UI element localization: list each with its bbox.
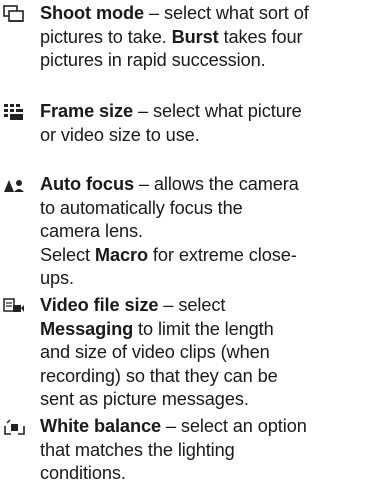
- camera-settings-list: Shoot mode – select what sort of pictures…: [0, 0, 367, 498]
- auto-focus-icon: [3, 176, 25, 194]
- text-run: – select what sort of: [144, 3, 309, 23]
- description-line: Auto focus – allows the camera: [40, 173, 360, 197]
- text-run: conditions.: [40, 463, 126, 483]
- item-title: Video file size: [40, 295, 159, 315]
- text-run: to automatically focus the: [40, 197, 243, 218]
- item-description: White balance – select an option that mat…: [40, 415, 360, 486]
- item-title: White balance: [40, 416, 161, 436]
- text-run: sent as picture messages.: [40, 389, 249, 409]
- text-run: Macro: [94, 244, 148, 265]
- description-line: Shoot mode – select what sort of: [40, 2, 360, 26]
- text-run: or video size to use.: [40, 124, 200, 145]
- description-line: to automatically focus the: [40, 197, 360, 221]
- text-run: to limit the length: [133, 318, 274, 339]
- text-run: camera lens.: [40, 221, 143, 241]
- description-line: Messaging to limit the length: [40, 318, 360, 342]
- description-line: recording) so that they can be: [40, 365, 360, 389]
- text-run: recording) so that they can be: [40, 365, 278, 386]
- frame-size-icon: [3, 103, 25, 121]
- description-line: or video size to use.: [40, 124, 360, 148]
- description-line: Select Macro for extreme close-: [40, 244, 360, 268]
- text-run: that matches the lighting: [40, 439, 235, 460]
- description-line: Video file size – select: [40, 294, 360, 318]
- item-description: Shoot mode – select what sort of pictures…: [40, 2, 360, 73]
- text-run: – select what picture: [133, 101, 302, 121]
- text-run: for extreme close-: [147, 244, 297, 265]
- shoot-mode-icon: [3, 5, 25, 23]
- description-line: pictures in rapid succession.: [40, 49, 360, 73]
- item-description: Video file size – select Messaging to lim…: [40, 294, 360, 412]
- white-balance-icon: [3, 418, 25, 436]
- item-description: Auto focus – allows the camera to automat…: [40, 173, 360, 291]
- item-description: Frame size – select what picture or video…: [40, 100, 360, 147]
- text-run: – select an option: [161, 416, 307, 436]
- description-line: camera lens.: [40, 220, 360, 244]
- description-line: Frame size – select what picture: [40, 100, 360, 124]
- description-line: sent as picture messages.: [40, 388, 360, 412]
- description-line: that matches the lighting: [40, 439, 360, 463]
- text-run: – allows the camera: [133, 174, 299, 194]
- description-line: ups.: [40, 267, 360, 291]
- text-run: takes four: [218, 26, 303, 47]
- item-title: Frame size: [40, 101, 134, 121]
- video-file-size-icon: [3, 297, 25, 315]
- text-run: – select: [158, 295, 226, 315]
- text-run: Burst: [171, 26, 219, 47]
- text-run: Select: [40, 244, 95, 265]
- item-title: Auto focus: [40, 174, 134, 194]
- description-line: pictures to take. Burst takes four: [40, 26, 360, 50]
- text-run: and size of video clips (when: [40, 342, 270, 362]
- description-line: and size of video clips (when: [40, 341, 360, 365]
- description-line: White balance – select an option: [40, 415, 360, 439]
- text-run: pictures to take.: [40, 26, 172, 47]
- text-run: pictures in rapid succession.: [40, 50, 266, 70]
- item-title: Shoot mode: [40, 3, 145, 23]
- text-run: ups.: [40, 268, 74, 288]
- text-run: Messaging: [40, 318, 134, 339]
- description-line: conditions.: [40, 462, 360, 486]
